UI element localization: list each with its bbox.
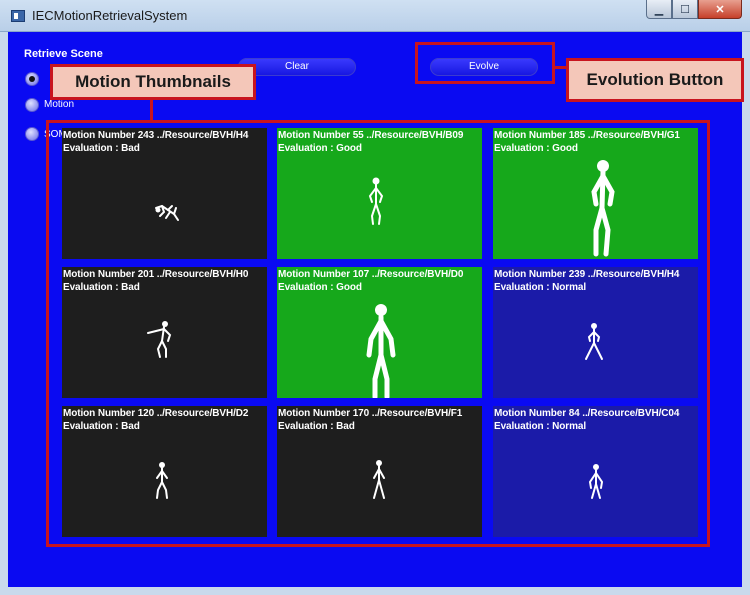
app-icon (11, 10, 25, 22)
window-title: IECMotionRetrievalSystem (32, 8, 188, 23)
motion-thumbnails-callout: Motion Thumbnails (50, 64, 256, 100)
evolve-button-highlight (415, 42, 555, 84)
radio-option-scene[interactable] (25, 72, 39, 86)
minimize-button[interactable]: ▁ (646, 0, 672, 19)
radio-label-motion: Motion (44, 99, 75, 110)
retrieve-scene-label: Retrieve Scene (24, 48, 103, 60)
minimize-icon: ▁ (654, 3, 664, 16)
window-frame-bottom (0, 587, 750, 595)
evolution-button-callout: Evolution Button (566, 58, 744, 102)
window-controls: ▁ ☐ ✕ (646, 0, 742, 20)
close-icon: ✕ (715, 3, 725, 16)
radio-option-som[interactable] (25, 127, 39, 141)
callout-connector (150, 100, 153, 120)
radio-option-motion[interactable] (25, 98, 39, 112)
close-button[interactable]: ✕ (698, 0, 742, 19)
window-frame-left (0, 32, 8, 587)
motion-thumbnails-highlight (46, 120, 710, 547)
title-bar[interactable]: IECMotionRetrievalSystem ▁ ☐ ✕ (0, 0, 750, 32)
maximize-icon: ☐ (680, 3, 690, 16)
maximize-button[interactable]: ☐ (672, 0, 698, 19)
window-frame-right (742, 32, 750, 587)
callout-connector (555, 66, 566, 69)
